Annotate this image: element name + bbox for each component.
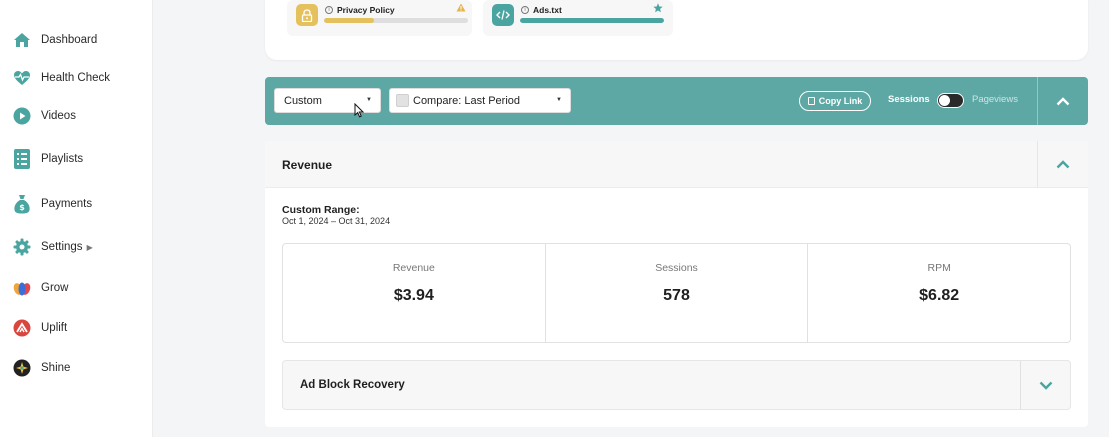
compare-checkbox[interactable]: [396, 94, 409, 107]
copy-icon: [807, 97, 815, 105]
metric-value: 578: [663, 287, 690, 304]
sidebar-item-settings[interactable]: Settings ▶: [12, 235, 93, 259]
chip-progress-bar: [520, 18, 664, 23]
metric-sessions: Sessions 578: [546, 244, 809, 342]
metric-value: $6.82: [919, 287, 960, 304]
chip-label: i Ads.txt: [521, 5, 562, 15]
sidebar-item-label: Grow: [41, 282, 69, 294]
sidebar-item-playlists[interactable]: Playlists: [12, 147, 83, 171]
compare-select[interactable]: Compare: Last Period ▼: [389, 88, 571, 113]
sidebar-item-health-check[interactable]: Health Check: [12, 66, 110, 90]
revenue-panel: Revenue Custom Range: Oct 1, 2024 – Oct …: [265, 141, 1088, 427]
metric-revenue: Revenue $3.94: [283, 244, 546, 342]
sidebar-item-label: Videos: [41, 110, 76, 122]
sidebar-item-dashboard[interactable]: Dashboard: [12, 28, 97, 52]
metrics-grid: Revenue $3.94 Sessions 578 RPM $6.82: [282, 243, 1071, 343]
sidebar-item-shine[interactable]: Shine: [12, 356, 70, 380]
grow-icon: [12, 278, 32, 298]
home-icon: [12, 30, 32, 50]
sidebar-item-label: Dashboard: [41, 34, 98, 46]
revenue-title: Revenue: [282, 158, 333, 172]
sidebar-item-videos[interactable]: Videos: [12, 104, 76, 128]
metric-rpm: RPM $6.82: [808, 244, 1070, 342]
shine-icon: [12, 358, 32, 378]
caret-down-icon: ▼: [366, 97, 372, 103]
health-chip-privacy-policy[interactable]: i Privacy Policy: [287, 0, 472, 36]
play-icon: [12, 106, 32, 126]
sidebar-item-grow[interactable]: Grow: [12, 276, 68, 300]
toggle-knob: [939, 95, 950, 106]
metric-label: Revenue: [392, 262, 435, 274]
sidebar-item-label: Shine: [41, 362, 71, 374]
sidebar-item-label: Payments: [41, 198, 93, 210]
copy-link-button[interactable]: Copy Link: [799, 91, 871, 111]
chip-progress-fill: [520, 18, 664, 23]
chip-progress-fill: [324, 18, 375, 23]
info-icon: i: [521, 6, 529, 14]
uplift-icon: [12, 318, 32, 338]
money-bag-icon: $: [12, 194, 32, 214]
date-range-select[interactable]: Custom ▼: [274, 88, 381, 113]
range-dates: Oct 1, 2024 – Oct 31, 2024: [282, 216, 391, 226]
sidebar-item-label: Health Check: [41, 72, 111, 84]
warning-icon: [456, 3, 466, 15]
mouse-cursor-icon: [354, 103, 364, 118]
sidebar-item-uplift[interactable]: Uplift: [12, 316, 67, 340]
health-chip-ads-txt[interactable]: i Ads.txt: [483, 0, 673, 36]
revenue-header: Revenue: [265, 141, 1088, 188]
revenue-collapse-button[interactable]: [1038, 141, 1088, 188]
sessions-pageviews-toggle[interactable]: [937, 93, 964, 108]
metric-label: RPM: [927, 262, 951, 274]
sidebar-item-label: Uplift: [41, 322, 68, 334]
date-range-select-value: Custom: [284, 94, 322, 107]
chevron-right-icon: ▶: [86, 242, 93, 252]
sidebar-item-label: Playlists: [41, 153, 84, 165]
chip-label: i Privacy Policy: [325, 5, 395, 15]
sidebar: Dashboard Health Check Videos Playlists …: [0, 0, 153, 437]
filter-collapse-button[interactable]: [1038, 77, 1088, 125]
chevron-up-icon: [1056, 96, 1070, 105]
star-icon: [653, 3, 663, 16]
svg-text:$: $: [19, 203, 25, 212]
chip-progress-bar: [324, 18, 468, 23]
metric-label: Sessions: [655, 262, 698, 274]
sidebar-item-payments[interactable]: $ Payments: [12, 192, 92, 216]
copy-link-label: Copy Link: [818, 96, 863, 106]
gear-icon: [12, 237, 32, 257]
compare-select-value: Compare: Last Period: [413, 94, 520, 107]
heartbeat-icon: [12, 68, 32, 88]
toggle-label-sessions: Sessions: [888, 94, 930, 105]
chevron-down-icon: [1039, 381, 1053, 390]
lock-icon: [296, 4, 318, 26]
metric-value: $3.94: [393, 287, 434, 304]
ad-block-recovery-title: Ad Block Recovery: [300, 379, 405, 391]
sidebar-item-label: Settings: [41, 241, 83, 253]
code-icon: [492, 4, 514, 26]
ad-block-recovery-section[interactable]: Ad Block Recovery: [282, 360, 1071, 410]
toggle-label-pageviews: Pageviews: [972, 94, 1018, 105]
ad-block-expand-button[interactable]: [1021, 361, 1071, 409]
filter-bar: Custom ▼ Compare: Last Period ▼ Copy Lin…: [265, 77, 1088, 125]
health-check-card: i Privacy Policy i Ads.txt: [265, 0, 1088, 60]
info-icon: i: [325, 6, 333, 14]
range-title: Custom Range:: [282, 204, 360, 216]
chevron-up-icon: [1056, 160, 1070, 169]
list-icon: [12, 149, 32, 169]
caret-down-icon: ▼: [556, 97, 562, 103]
